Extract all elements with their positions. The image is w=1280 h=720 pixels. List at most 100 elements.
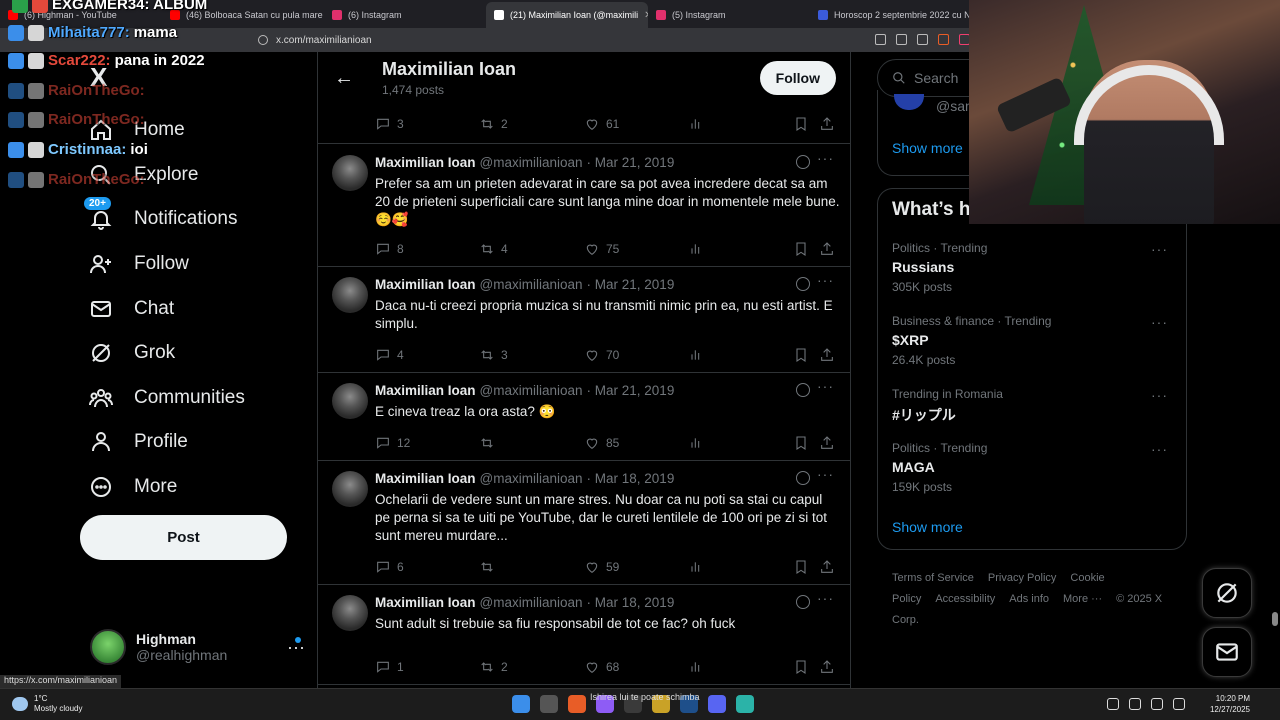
footer-link[interactable]: Privacy Policy [988,572,1056,584]
footer-link[interactable]: More ··· [1063,593,1102,605]
reply-action[interactable]: 12 [375,435,410,451]
author-handle[interactable]: @maximilianioan [480,471,583,486]
grok-icon[interactable] [796,595,810,609]
more-options-icon[interactable]: ··· [1151,314,1168,330]
like-action[interactable]: 61 [584,116,619,132]
author-handle[interactable]: @maximilianioan [480,383,583,398]
tweet[interactable]: Maximilian Ioan @maximilianioan · Mar 21… [318,373,850,461]
browser-tab[interactable]: (6) Instagram [324,2,486,28]
author-name[interactable]: Maximilian Ioan [375,277,476,292]
chevron-up-icon[interactable] [1107,698,1119,710]
bookmark-action[interactable] [793,435,809,451]
views-action[interactable] [688,347,704,363]
messages-fab[interactable] [1202,627,1252,677]
more-options-icon[interactable]: ··· [1151,441,1168,457]
tweet-date[interactable]: · Mar 21, 2019 [587,155,675,170]
browser-tab[interactable]: (5) Instagram [648,2,810,28]
bookmark-action[interactable] [793,241,809,257]
share-action[interactable] [819,559,835,575]
account-switcher[interactable]: Highman @realhighman ··· [90,629,305,665]
repost-action[interactable] [479,435,501,451]
like-action[interactable]: 68 [584,659,619,675]
footer-link[interactable]: Accessibility [935,593,995,605]
author-name[interactable]: Maximilian Ioan [375,383,476,398]
footer-link[interactable]: Terms of Service [892,572,974,584]
grok-fab[interactable] [1202,568,1252,618]
volume-icon[interactable] [1151,698,1163,710]
bookmark-action[interactable] [793,659,809,675]
wifi-icon[interactable] [1129,698,1141,710]
share-action[interactable] [819,659,835,675]
share-action[interactable] [819,116,835,132]
nav-item-chat[interactable]: Chat [88,286,245,331]
nav-item-more[interactable]: More [88,465,245,510]
show-more-link[interactable]: Show more [892,140,963,156]
like-action[interactable]: 75 [584,241,619,257]
discord-icon[interactable] [708,695,726,713]
author-handle[interactable]: @maximilianioan [480,277,583,292]
author-name[interactable]: Maximilian Ioan [375,595,476,610]
start-icon[interactable] [512,695,530,713]
trend-item[interactable]: Politics · Trending MAGA 159K posts ··· [892,441,1176,494]
nav-item-profile[interactable]: Profile [88,420,245,465]
like-action[interactable]: 85 [584,435,619,451]
grok-icon[interactable] [796,277,810,291]
avatar[interactable] [332,383,368,419]
tweet-date[interactable]: · Mar 21, 2019 [587,277,675,292]
zoom-icon[interactable] [896,34,907,45]
nav-item-notifications[interactable]: Notifications 20+ [84,197,245,242]
trend-item[interactable]: Trending in Romania #リップル ··· [892,387,1176,425]
more-options-icon[interactable]: ··· [817,466,834,482]
bookmark-action[interactable] [793,347,809,363]
more-options-icon[interactable]: ··· [817,272,834,288]
tweet[interactable]: Maximilian Ioan @maximilianioan · Mar 18… [318,585,850,685]
author-name[interactable]: Maximilian Ioan [375,155,476,170]
nav-item-follow[interactable]: Follow [88,242,245,287]
site-info-icon[interactable] [258,35,268,45]
author-name[interactable]: Maximilian Ioan [375,471,476,486]
tweet-date[interactable]: · Mar 18, 2019 [587,595,675,610]
follow-button[interactable]: Follow [759,61,836,95]
bookmark-action[interactable] [793,559,809,575]
repost-action[interactable]: 2 [479,659,508,675]
brave-icon[interactable] [568,695,586,713]
nav-item-communities[interactable]: Communities [88,376,245,421]
avatar[interactable] [332,471,368,507]
avatar[interactable] [332,155,368,191]
views-action[interactable] [688,116,704,132]
browser-tab[interactable]: Horoscop 2 septembrie 2022 cu Ne [810,2,972,28]
footer-link[interactable]: Ads info [1009,593,1049,605]
app-icon[interactable] [736,695,754,713]
back-arrow-icon[interactable]: ← [334,67,354,90]
more-options-icon[interactable]: ··· [1151,241,1168,257]
like-action[interactable]: 59 [584,559,619,575]
task-view-icon[interactable] [540,695,558,713]
share-action[interactable] [819,241,835,257]
battery-icon[interactable] [1173,698,1185,710]
reply-action[interactable]: 1 [375,659,404,675]
browser-tab[interactable]: (21) Maximilian Ioan (@maximili ✕ [486,2,648,28]
tweet[interactable]: Maximilian Ioan @maximilianioan · Mar 21… [318,267,850,373]
avatar[interactable] [332,277,368,313]
grok-icon[interactable] [796,471,810,485]
tweet[interactable]: Maximilian Ioan @maximilianioan · Mar 18… [318,461,850,585]
reply-action[interactable]: 6 [375,559,404,575]
more-options-icon[interactable]: ··· [1151,387,1168,403]
url-field[interactable]: x.com/maximilianioan [258,32,958,48]
tweet-date[interactable]: · Mar 21, 2019 [587,383,675,398]
share-action[interactable] [819,435,835,451]
tweet[interactable]: Maximilian Ioan @maximilianioan · Mar 21… [318,145,850,267]
author-handle[interactable]: @maximilianioan [480,155,583,170]
views-action[interactable] [688,559,704,575]
reply-action[interactable]: 4 [375,347,404,363]
tweet-date[interactable]: · Mar 18, 2019 [587,471,675,486]
repost-action[interactable]: 2 [479,116,508,132]
grok-icon[interactable] [796,155,810,169]
trend-item[interactable]: Politics · Trending Russians 305K posts … [892,241,1176,294]
screen-icon[interactable] [875,34,886,45]
post-button[interactable]: Post [80,515,287,560]
like-action[interactable]: 70 [584,347,619,363]
brave-shield-icon[interactable] [938,34,949,45]
reply-action[interactable]: 3 [375,116,404,132]
weather-widget[interactable]: 1°C Mostly cloudy [12,694,82,714]
